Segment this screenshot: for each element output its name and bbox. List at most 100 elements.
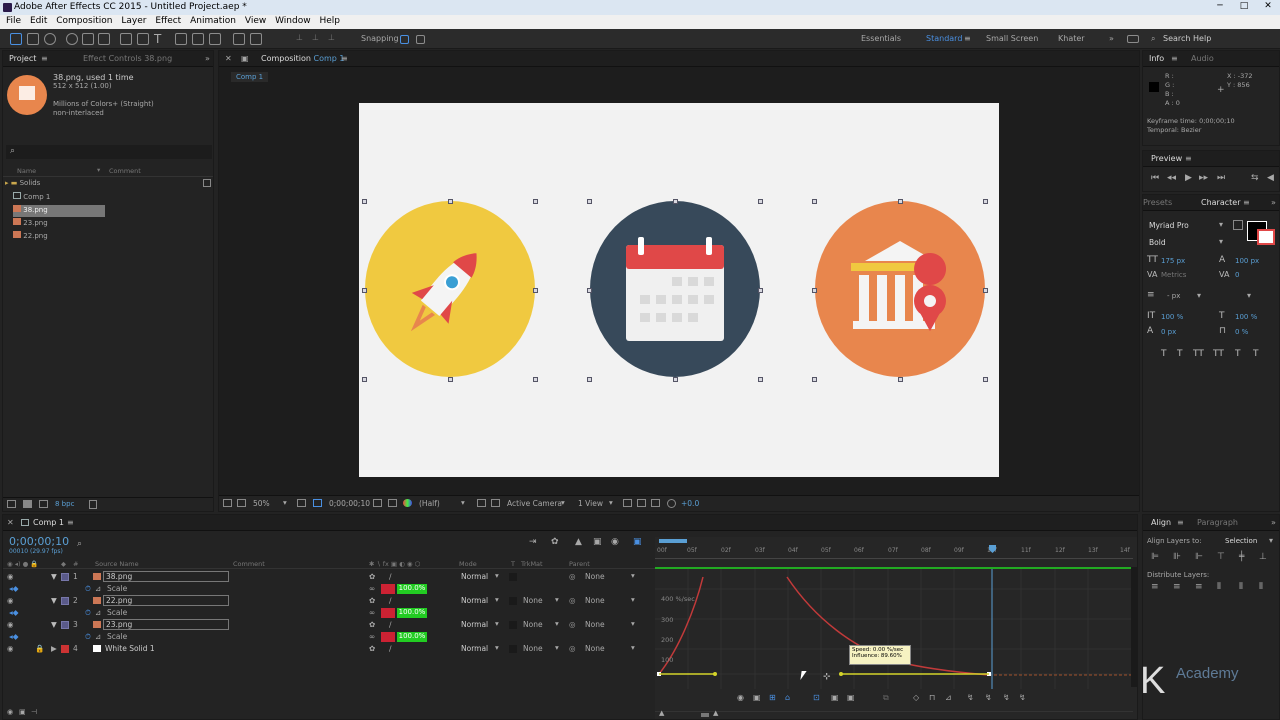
layer-row[interactable]: ◉ ▼ 2 22.png ✿ ∕ Normal ▾ None ▾ ◎ None …	[3, 595, 655, 607]
menu-animation[interactable]: Animation	[190, 16, 236, 26]
menu-composition[interactable]: Composition	[56, 16, 112, 26]
parent-header[interactable]: Parent	[569, 560, 590, 568]
align-to-dropdown[interactable]: Selection	[1225, 537, 1257, 545]
expand-panels-icon[interactable]: »	[1271, 198, 1276, 207]
search-help-input[interactable]: Search Help	[1163, 34, 1211, 43]
subscript-icon[interactable]: T	[1253, 349, 1259, 359]
column-name[interactable]: Name	[17, 167, 36, 175]
align-to-arrow-icon[interactable]: ▾	[1269, 536, 1273, 545]
transform-handle[interactable]	[587, 377, 592, 382]
transform-handle[interactable]	[983, 199, 988, 204]
layer-row[interactable]: ◉ ▼ 3 23.png ✿ ∕ Normal ▾ None ▾ ◎ None …	[3, 619, 655, 631]
zoom-in-icon[interactable]: ▲	[713, 709, 718, 717]
preserve-transparency-checkbox[interactable]	[509, 597, 517, 605]
shy-switch-icon[interactable]: ✿	[369, 620, 375, 629]
maximize-icon[interactable]: □	[1236, 1, 1252, 13]
stopwatch-icon[interactable]: ⏱	[85, 608, 91, 618]
blend-mode-dropdown[interactable]: Normal	[461, 596, 488, 605]
mode-arrow-icon[interactable]: ▾	[495, 571, 499, 580]
eraser-tool-icon[interactable]	[209, 33, 221, 45]
grid-icon[interactable]	[297, 499, 306, 507]
transform-handle[interactable]	[758, 288, 763, 293]
quality-switch-icon[interactable]: ∕	[389, 572, 392, 581]
collapse-arrow-icon[interactable]: ▼	[51, 620, 57, 629]
layer-name[interactable]: White Solid 1	[105, 644, 155, 653]
trkmat-dropdown[interactable]: None	[523, 620, 543, 629]
transform-handle[interactable]	[448, 199, 453, 204]
trkmat-dropdown[interactable]: None	[523, 596, 543, 605]
parent-dropdown[interactable]: None	[585, 596, 605, 605]
motion-blur-icon[interactable]: ◉	[611, 537, 619, 547]
transform-handle[interactable]	[898, 199, 903, 204]
workspace-standard[interactable]: Standard	[926, 34, 962, 43]
layer-row[interactable]: ◉ 🔒 ▶ 4 White Solid 1 ✿ ∕ Normal ▾ None …	[3, 643, 655, 655]
shy-switch-icon[interactable]: ✿	[369, 572, 375, 581]
graph-icon[interactable]: ⊿	[95, 608, 101, 617]
tab-effect-controls[interactable]: Effect Controls 38.png	[83, 54, 172, 63]
lock-icon[interactable]: 🔒	[35, 644, 44, 653]
distribute-v-center-icon[interactable]: ≡	[1173, 582, 1181, 592]
menu-help[interactable]: Help	[319, 16, 340, 26]
parent-arrow-icon[interactable]: ▾	[631, 595, 635, 604]
close-icon[interactable]: ✕	[1260, 1, 1276, 13]
distribute-right-icon[interactable]: ⦀	[1259, 582, 1263, 592]
distribute-bottom-icon[interactable]: ≡	[1195, 582, 1203, 592]
stroke-width-field[interactable]: - px	[1167, 292, 1180, 300]
separate-dimensions-icon[interactable]: ⧉	[883, 693, 889, 703]
graph-scrollbar[interactable]	[1131, 567, 1137, 687]
blend-mode-dropdown[interactable]: Normal	[461, 620, 488, 629]
label-color-icon[interactable]	[61, 645, 69, 653]
zoom-tool-icon[interactable]	[44, 33, 56, 45]
camera-view-dropdown[interactable]: Active Camera	[507, 499, 562, 508]
zoom-handle[interactable]	[701, 713, 709, 717]
zoom-slider[interactable]: ▲ ▲	[655, 709, 1133, 717]
exposure-value[interactable]: +0.0	[681, 499, 699, 508]
transform-handle[interactable]	[673, 377, 678, 382]
mode-arrow-icon[interactable]: ▾	[495, 595, 499, 604]
interpret-footage-icon[interactable]	[7, 500, 16, 508]
prev-frame-icon[interactable]: ◂◂	[1167, 173, 1176, 183]
snap-option-icon[interactable]	[416, 35, 425, 44]
trash-icon[interactable]	[89, 500, 97, 509]
shy-layers-icon[interactable]: ▲	[575, 537, 582, 547]
rectangle-tool-icon[interactable]	[120, 33, 132, 45]
parent-icon[interactable]: ◎	[569, 572, 576, 581]
loop-icon[interactable]: ⇆	[1251, 173, 1259, 183]
trkmat-arrow-icon[interactable]: ▾	[555, 595, 559, 604]
preserve-transparency-checkbox[interactable]	[509, 645, 517, 653]
preserve-transparency-checkbox[interactable]	[509, 621, 517, 629]
bpc-button[interactable]: 8 bpc	[55, 500, 74, 508]
parent-icon[interactable]: ◎	[569, 620, 576, 629]
superscript-icon[interactable]: T	[1235, 349, 1241, 359]
draft-3d-icon[interactable]: ✿	[551, 537, 559, 547]
collapse-arrow-icon[interactable]: ▼	[51, 572, 57, 581]
tab-menu-icon[interactable]: ≡	[1243, 198, 1250, 207]
list-item[interactable]: 38.png	[13, 205, 105, 217]
color-channel-icon[interactable]	[403, 499, 412, 507]
layer-name[interactable]: 38.png	[103, 571, 229, 582]
snapshot-icon[interactable]	[373, 499, 382, 507]
more-workspaces-icon[interactable]: »	[1109, 34, 1114, 43]
mode-arrow-icon[interactable]: ▾	[495, 619, 499, 628]
fit-selection-icon[interactable]: ⊡	[813, 693, 820, 702]
kerning-field[interactable]: Metrics	[1161, 271, 1186, 279]
menu-edit[interactable]: Edit	[30, 16, 47, 26]
pen-tool-icon[interactable]	[137, 33, 149, 45]
tab-align[interactable]: Align	[1151, 518, 1171, 527]
transform-handle[interactable]	[758, 199, 763, 204]
fast-previews-icon[interactable]	[477, 499, 486, 507]
new-folder-icon[interactable]	[23, 500, 32, 508]
small-caps-icon[interactable]: TT	[1213, 349, 1224, 359]
tab-composition[interactable]: Composition Comp 1	[261, 54, 345, 63]
source-name-header[interactable]: Source Name	[95, 560, 139, 568]
layer-row[interactable]: ◉ ▼ 1 38.png ✿ ∕ Normal ▾ ◎ None ▾	[3, 571, 655, 583]
keyframe-nav-icon[interactable]: ◂◆	[9, 608, 19, 617]
axis-view-icon[interactable]: ⊥	[328, 33, 340, 45]
transform-handle[interactable]	[812, 377, 817, 382]
scale-value[interactable]: 100.0%	[397, 584, 427, 594]
tab-menu-icon[interactable]: ≡	[41, 54, 48, 63]
linear-icon[interactable]: ⊿	[945, 693, 952, 702]
font-dropdown-arrow-icon[interactable]: ▾	[1219, 220, 1223, 229]
parent-dropdown[interactable]: None	[585, 620, 605, 629]
column-comment[interactable]: Comment	[109, 167, 141, 175]
